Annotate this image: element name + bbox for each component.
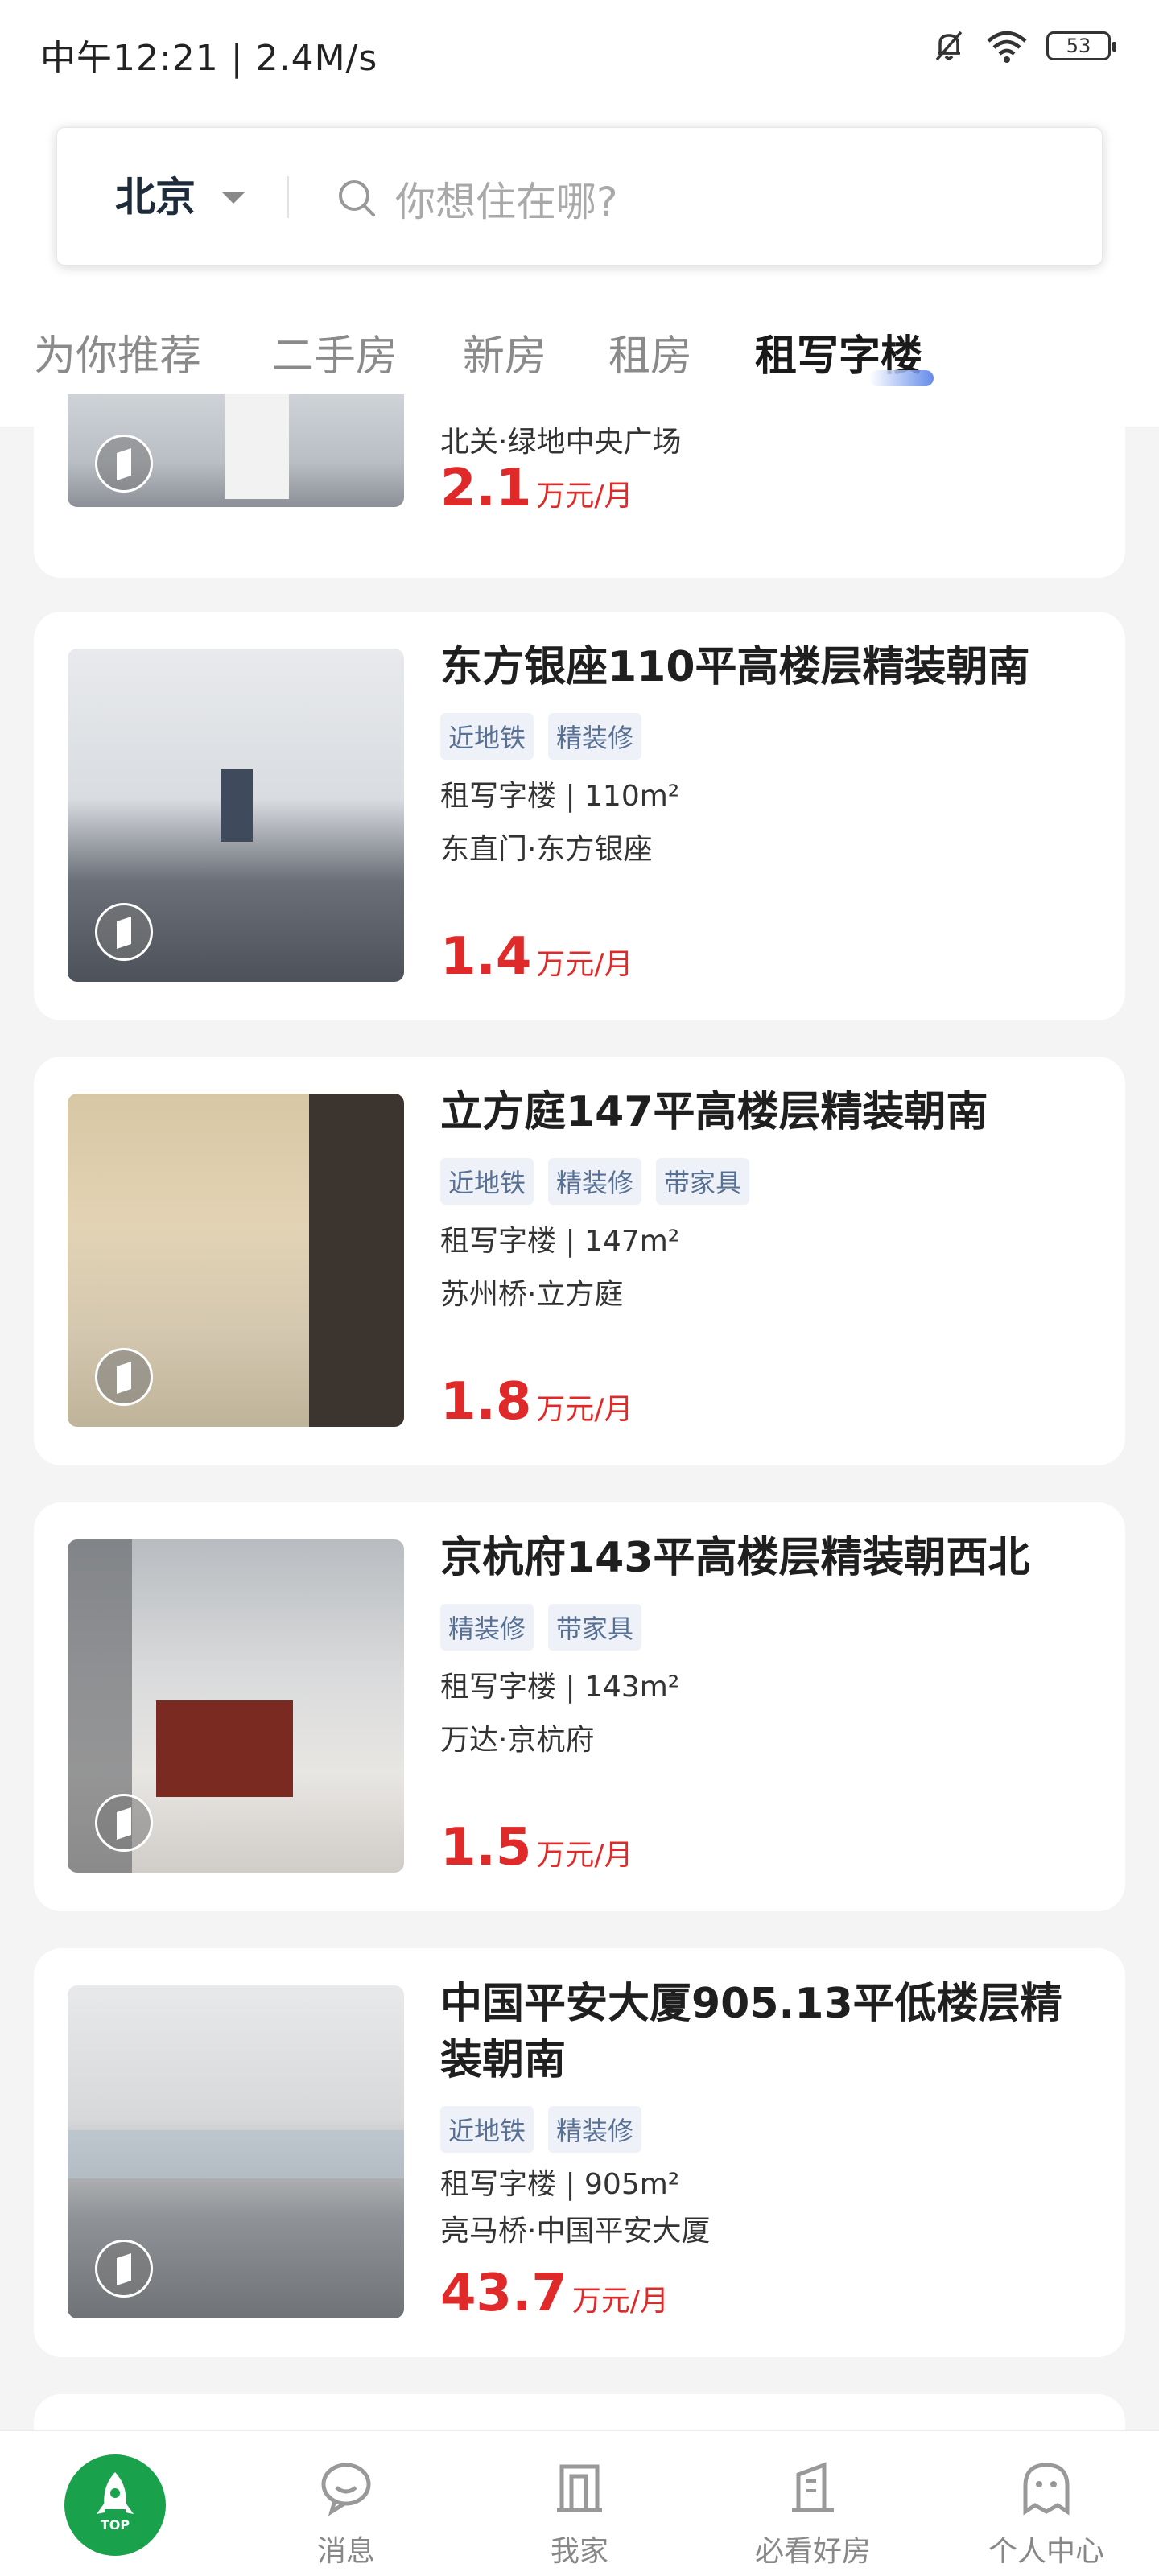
price-value: 1.8 [440, 1372, 532, 1432]
tag: 带家具 [656, 1158, 750, 1205]
tab-recommend[interactable]: 为你推荐 [34, 322, 201, 382]
tag: 带家具 [548, 1604, 642, 1651]
listing-tags: 近地铁 精装修 [440, 2106, 642, 2153]
tab-second-hand[interactable]: 二手房 [272, 322, 398, 382]
listing-tags: 近地铁 精装修 带家具 [440, 1158, 750, 1205]
caret-down-icon[interactable] [222, 192, 245, 204]
price-value: 1.5 [440, 1818, 532, 1877]
listing-card[interactable]: 北关·绿地中央广场 2.1 万元/月 [34, 394, 1125, 578]
listing-location: 东直门·东方银座 [440, 833, 653, 866]
listing-title: 东方银座110平高楼层精装朝南 [440, 643, 1030, 691]
listing-tags: 精装修 带家具 [440, 1604, 642, 1651]
bottom-nav: 消息 我家 必看好房 个人中心 [0, 2430, 1159, 2576]
price-unit: 万元/月 [536, 1393, 633, 1426]
listing-photo[interactable] [68, 649, 404, 982]
vr-tour-icon[interactable] [95, 435, 153, 493]
photo-detail [225, 394, 289, 499]
listing-tags: 近地铁 精装修 [440, 713, 642, 760]
listing-card[interactable]: 东方银座110平高楼层精装朝南 近地铁 精装修 租写字楼 | 110m² 东直门… [34, 612, 1125, 1020]
nav-label: 必看好房 [754, 2535, 871, 2568]
vr-tour-icon[interactable] [95, 1794, 153, 1852]
nav-messages[interactable]: 消息 [266, 2431, 427, 2576]
active-tab-indicator [869, 370, 934, 386]
nav-label: 个人中心 [988, 2535, 1104, 2568]
listing-card[interactable]: 中国平安大厦905.13平低楼层精装朝南 近地铁 精装修 租写字楼 | 905m… [34, 1948, 1125, 2357]
city-selector[interactable]: 北京 [115, 165, 196, 223]
tag: 近地铁 [440, 1158, 534, 1205]
door-icon [557, 2464, 602, 2512]
rocket-icon [97, 2472, 134, 2514]
nav-label: 我家 [550, 2535, 608, 2568]
nav-my-home[interactable]: 我家 [499, 2431, 660, 2576]
listing-price: 1.8 万元/月 [440, 1372, 633, 1432]
nav-must-see[interactable]: 必看好房 [732, 2431, 893, 2576]
tag: 精装修 [548, 713, 642, 760]
price-unit: 万元/月 [536, 480, 633, 513]
listing-title: 中国平安大厦905.13平低楼层精装朝南 [440, 1980, 1062, 2084]
price-unit: 万元/月 [536, 1839, 633, 1872]
nav-profile[interactable]: 个人中心 [966, 2431, 1127, 2576]
status-bar: 中午12:21 | 2.4M/s 53 [0, 0, 1159, 105]
building-icon [792, 2462, 834, 2512]
status-time: 中午12:21 | 2.4M/s [40, 38, 378, 79]
price-value: 1.4 [440, 927, 532, 987]
listing-meta: 租写字楼 | 905m² [440, 2168, 680, 2201]
listing-photo[interactable] [68, 1985, 404, 2318]
listing-location: 苏州桥·立方庭 [440, 1278, 624, 1311]
listing-meta: 租写字楼 | 147m² [440, 1225, 680, 1258]
search-bar[interactable]: 北京 你想住在哪? [56, 127, 1103, 266]
price-unit: 万元/月 [536, 948, 633, 981]
chat-icon [321, 2463, 371, 2516]
listing-location: 亮马桥·中国平安大厦 [440, 2215, 711, 2248]
tag: 精装修 [548, 2106, 642, 2153]
listing-price: 2.1 万元/月 [440, 459, 633, 518]
photo-pillar [309, 1094, 404, 1427]
search-divider [287, 176, 289, 218]
listing-photo[interactable] [68, 394, 404, 507]
tag: 近地铁 [440, 713, 534, 760]
listing-meta: 租写字楼 | 143m² [440, 1671, 680, 1704]
photo-desk [156, 1700, 293, 1797]
price-unit: 万元/月 [571, 2285, 670, 2318]
tab-new-house[interactable]: 新房 [463, 322, 547, 382]
tag: 近地铁 [440, 2106, 534, 2153]
vr-tour-icon[interactable] [95, 2240, 153, 2298]
profile-icon [1023, 2463, 1070, 2516]
vr-tour-icon[interactable] [95, 1348, 153, 1406]
search-input[interactable]: 你想住在哪? [395, 170, 618, 228]
price-value: 2.1 [440, 459, 532, 518]
category-tabs: 为你推荐 二手房 新房 租房 租写字楼 [0, 322, 1159, 402]
nav-label: 消息 [316, 2535, 375, 2568]
listing-title: 京杭府143平高楼层精装朝西北 [440, 1534, 1030, 1582]
tag: 精装修 [440, 1604, 534, 1651]
back-to-top-button[interactable]: TOP [64, 2454, 166, 2556]
header: 北京 你想住在哪? 为你推荐 二手房 新房 租房 租写字楼 [0, 105, 1159, 427]
listing-price: 43.7 万元/月 [440, 2264, 669, 2323]
photo-windows [68, 2130, 404, 2178]
listing-location: 万达·京杭府 [440, 1724, 595, 1757]
listing-card[interactable]: 立方庭147平高楼层精装朝南 近地铁 精装修 带家具 租写字楼 | 147m² … [34, 1057, 1125, 1465]
tab-rent[interactable]: 租房 [608, 322, 692, 382]
listing-price: 1.5 万元/月 [440, 1818, 633, 1877]
listing-price: 1.4 万元/月 [440, 927, 633, 987]
tag: 精装修 [548, 1158, 642, 1205]
vr-tour-icon[interactable] [95, 903, 153, 961]
status-icons: 53 [930, 27, 1116, 64]
search-icon [339, 180, 375, 216]
listing-photo[interactable] [68, 1094, 404, 1427]
mute-bell-icon [935, 31, 963, 61]
listing-meta: 租写字楼 | 110m² [440, 780, 680, 813]
wifi-icon [987, 31, 1027, 63]
photo-window [221, 769, 253, 842]
battery-icon: 53 [1046, 31, 1116, 60]
listing-title: 立方庭147平高楼层精装朝南 [440, 1088, 988, 1136]
listing-photo[interactable] [68, 1539, 404, 1873]
top-label: TOP [100, 2517, 130, 2533]
price-value: 43.7 [440, 2264, 567, 2323]
listing-location: 北关·绿地中央广场 [440, 426, 682, 459]
listing-card[interactable]: 京杭府143平高楼层精装朝西北 精装修 带家具 租写字楼 | 143m² 万达·… [34, 1502, 1125, 1911]
